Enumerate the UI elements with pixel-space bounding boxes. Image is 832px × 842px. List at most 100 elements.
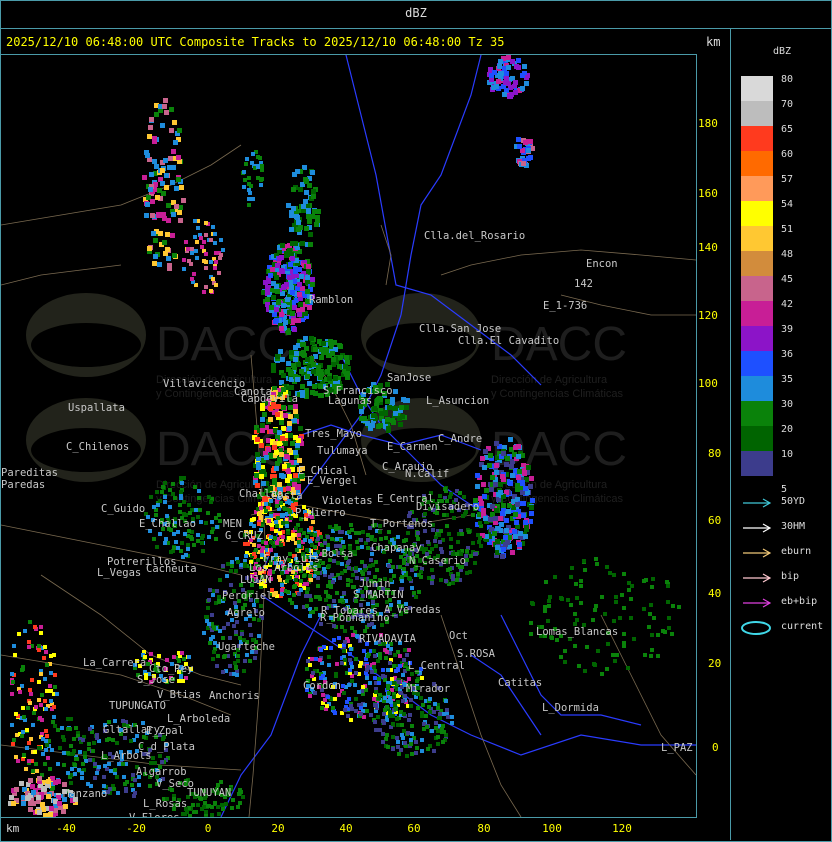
window-title: dBZ [405, 6, 427, 20]
place-label: E_1-736 [543, 300, 587, 312]
legend-value-label: 57 [781, 174, 794, 185]
place-label: A_Veredas [384, 604, 441, 616]
legend-swatch-10 [741, 451, 773, 476]
department-boundary [400, 55, 482, 316]
track-legend-label: 30HM [781, 521, 806, 532]
legend-value-label: 10 [781, 449, 794, 460]
road-line [1, 264, 122, 286]
legend-swatch-51 [741, 226, 773, 251]
place-label: Cordon [303, 680, 341, 692]
y-tick-label: 180 [698, 117, 718, 130]
y-tick-label: 0 [712, 741, 719, 754]
place-label: Anchoris [209, 690, 260, 702]
legend-value-label: 42 [781, 299, 794, 310]
place-label: Mirador [406, 683, 450, 695]
legend-swatch-80 [741, 76, 773, 101]
place-label: TUNUYAN [187, 787, 231, 799]
place-label: C_Andre [438, 433, 482, 445]
y-tick-label: 140 [698, 241, 718, 254]
place-label: Ugarteche [218, 641, 275, 653]
legend-swatch-57 [741, 176, 773, 201]
legend-swatch-48 [741, 251, 773, 276]
current-cell-ellipse-icon [741, 621, 771, 635]
track-arrow-icon [743, 523, 772, 533]
place-label: T_Portenos [370, 518, 433, 530]
track-legend-label: current [781, 621, 824, 632]
place-label: Divisadero [416, 501, 479, 513]
place-label: Pareditas [1, 467, 58, 479]
place-label: Clla.El Cavadito [458, 335, 559, 347]
place-label: V_Btias [157, 689, 201, 701]
place-label: Violetas [322, 495, 373, 507]
legend-value-label: 30 [781, 399, 794, 410]
track-legend-label: 50YD [781, 496, 806, 507]
place-label: L_Vegas [97, 567, 141, 579]
legend-title: dBZ [772, 46, 792, 57]
legend-value-label: 5 [781, 484, 788, 495]
x-tick-label: 60 [407, 822, 421, 835]
legend-value-label: 70 [781, 99, 794, 110]
place-label: Algarrob [136, 766, 187, 778]
radar-map-canvas[interactable]: DACCDirección de Agriculturay Contingenc… [1, 55, 696, 817]
place-label: MEN [223, 518, 242, 530]
place-label: LUJAN [240, 574, 272, 586]
x-tick-label: -40 [56, 822, 76, 835]
legend-swatch-30 [741, 401, 773, 426]
place-label: L_Asuncion [426, 395, 489, 407]
place-label: L_Arboleda [167, 713, 230, 725]
place-label: Uspallata [68, 402, 125, 414]
legend-value-label: 65 [781, 124, 794, 135]
place-label: R_Ponnanino [320, 612, 390, 624]
place-label: Capdevila [241, 393, 298, 405]
road-line [440, 249, 696, 276]
y-tick-label: 160 [698, 187, 718, 200]
place-label: Paredas [1, 479, 45, 491]
x-tick-label: 100 [542, 822, 562, 835]
place-label: Cacheuta [146, 563, 197, 575]
legend-value-label: 20 [781, 424, 794, 435]
legend-value-label: 51 [781, 224, 794, 235]
y-tick-label: 40 [708, 587, 722, 600]
place-label: S_MARTIN [353, 589, 404, 601]
road-line [1, 144, 242, 226]
place-label: Challao [239, 488, 283, 500]
legend-value-label: 45 [781, 274, 794, 285]
place-label: E_Vergel [307, 475, 358, 487]
x-tick-label: -20 [126, 822, 146, 835]
place-label: Agrelo [227, 607, 265, 619]
y-tick-label: 80 [708, 447, 722, 460]
place-label: La_Carrera [83, 657, 146, 669]
place-label: E_Zpal [146, 725, 184, 737]
department-boundary [470, 654, 542, 736]
km-label-bottom: km [6, 822, 20, 835]
place-label: L_Dormida [542, 702, 599, 714]
place-label: S_Jose [137, 674, 175, 686]
place-label: Ramblon [309, 294, 353, 306]
place-label: TUPUNGATO [109, 700, 166, 712]
place-label: C_Chilenos [66, 441, 129, 453]
legend-swatch-42 [741, 301, 773, 326]
place-label: E_Challao [139, 518, 196, 530]
place-label: Perdriel [222, 590, 273, 602]
legend-swatch-20 [741, 426, 773, 451]
y-tick-label: 120 [698, 309, 718, 322]
track-arrow-icon [743, 598, 772, 608]
x-tick-label: 20 [271, 822, 285, 835]
track-legend-label: eburn [781, 546, 812, 557]
legend-swatch-70 [741, 101, 773, 126]
legend-value-label: 35 [781, 374, 794, 385]
radar-map[interactable]: DACC Dirección de Agricultura y Contingenc… [0, 54, 697, 818]
place-label: E_Carmen [387, 441, 438, 453]
place-label: Tulumaya [317, 445, 368, 457]
y-tick-label: 60 [708, 514, 722, 527]
legend-value-label: 48 [781, 249, 794, 260]
legend-value-label: 60 [781, 149, 794, 160]
legend-swatch-45 [741, 276, 773, 301]
km-label-top: km [706, 35, 721, 49]
place-label: L_Rosas [143, 798, 187, 810]
svg-text:y Contingencias Climáticas: y Contingencias Climáticas [491, 388, 624, 400]
place-label: C_Guido [101, 503, 145, 515]
x-tick-label: 40 [339, 822, 353, 835]
y-axis: 180 160 140 120 100 80 60 40 20 0 [696, 54, 730, 816]
legend-swatch-39 [741, 326, 773, 351]
